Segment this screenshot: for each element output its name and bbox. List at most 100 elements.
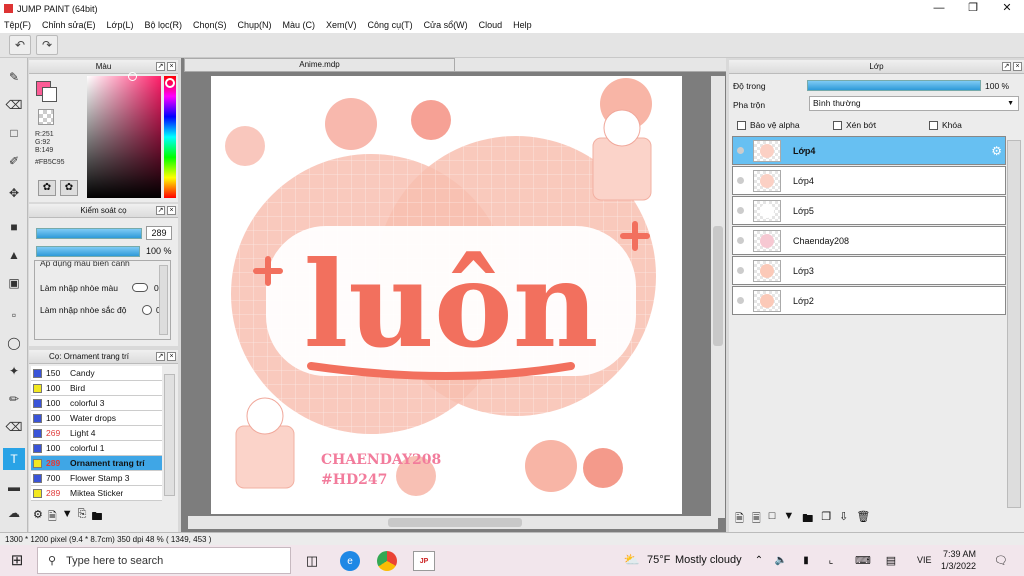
select-rect-tool-icon[interactable]: □ [3, 122, 25, 144]
pen-tool-icon[interactable]: ✎ [3, 66, 25, 88]
blend-mode-select[interactable]: Bình thường ▼ [809, 96, 1019, 111]
brush-options-scrollbar[interactable] [159, 265, 168, 335]
float-icon[interactable]: ↗ [1002, 62, 1011, 71]
layer-row[interactable]: Lớp3 [732, 256, 1006, 285]
palette-icon[interactable]: ✿ [38, 180, 56, 196]
brush-list-item[interactable]: 100 Bird [31, 381, 162, 396]
float-icon[interactable]: ↗ [156, 206, 165, 215]
clipping-checkbox[interactable] [833, 120, 842, 130]
layer-opacity-slider[interactable] [807, 80, 981, 91]
brush-list-item[interactable]: 100 colorful 1 [31, 441, 162, 456]
taskbar-search[interactable]: ⚲ Type here to search [37, 547, 291, 574]
new-layer-menu-icon[interactable]: ▼ [783, 510, 794, 529]
move-tool-icon[interactable]: ✥ [3, 182, 25, 204]
brush-list-item[interactable]: 150 Candy [31, 366, 162, 381]
weather-description[interactable]: Mostly cloudy [675, 554, 742, 566]
magic-wand-tool-icon[interactable]: ✦ [3, 360, 25, 382]
notification-icon[interactable]: 🗨 [993, 553, 1009, 567]
layer-settings-icon[interactable]: ⚙ [991, 144, 1002, 158]
brush-list-item[interactable]: 289 Miktea Sticker [31, 486, 162, 501]
close-icon[interactable]: × [167, 206, 176, 215]
protect-alpha-option[interactable]: Bảo vệ alpha [737, 120, 800, 130]
brush-folder-icon[interactable]: 🖿 [91, 508, 102, 527]
shape-tool-icon[interactable]: ■ [3, 216, 25, 238]
layer-visibility-icon[interactable] [737, 177, 744, 184]
brush-list-item[interactable]: 269 Light 4 [31, 426, 162, 441]
marquee-tool-icon[interactable]: ▫ [3, 304, 25, 326]
network-icon[interactable]: ⌞ [824, 553, 838, 567]
layer-visibility-icon[interactable] [737, 297, 744, 304]
close-icon[interactable]: × [1013, 62, 1022, 71]
lock-checkbox[interactable] [929, 120, 938, 130]
menu-edit[interactable]: Chỉnh sửa(E) [42, 20, 96, 30]
menu-file[interactable]: Tệp(F) [4, 20, 31, 30]
close-icon[interactable]: × [167, 352, 176, 361]
fill-tool-icon[interactable]: ▲ [3, 244, 25, 266]
clock[interactable]: 7:39 AM 1/3/2022 [941, 548, 976, 572]
blur-color-toggle[interactable] [132, 283, 148, 292]
maximize-button[interactable]: ❐ [956, 0, 990, 17]
menu-window[interactable]: Cửa sổ(W) [424, 20, 468, 30]
menu-layer[interactable]: Lớp(L) [107, 20, 134, 30]
menu-select[interactable]: Chọn(S) [193, 20, 227, 30]
brush-settings-icon[interactable]: ⚙ [33, 508, 43, 527]
text-tool-icon[interactable]: T [3, 448, 25, 470]
clipping-option[interactable]: Xén bớt [833, 120, 876, 130]
brush-list-item[interactable]: 700 Flower Stamp 3 [31, 471, 162, 486]
float-icon[interactable]: ↗ [156, 62, 165, 71]
layer-row[interactable]: Chaenday208 [732, 226, 1006, 255]
weather-temperature[interactable]: 75°F [647, 554, 670, 566]
line-tool-icon[interactable]: ▬ [3, 476, 25, 498]
blur-intensity-toggle[interactable] [142, 305, 152, 315]
eraser-tool-icon[interactable]: ⌫ [3, 94, 25, 116]
brush-size-slider[interactable] [36, 228, 142, 239]
layer-visibility-icon[interactable] [737, 267, 744, 274]
brush-copy-icon[interactable]: ⎘ [78, 508, 87, 527]
document-tab[interactable]: Anime.mdp [184, 58, 455, 72]
delete-layer-icon[interactable]: 🗑 [856, 510, 870, 529]
menu-capture[interactable]: Chụp(N) [238, 20, 272, 30]
float-icon[interactable]: ↗ [156, 352, 165, 361]
menu-tools[interactable]: Công cụ(T) [368, 20, 413, 30]
drawing-canvas[interactable]: luôn CHAENDAY208 #HD247 [211, 76, 682, 514]
new-folder-icon[interactable]: 🖿 [802, 510, 813, 529]
layer-visibility-icon[interactable] [737, 147, 744, 154]
layer-row[interactable]: Lớp4 ⚙ [732, 136, 1006, 165]
layer-row[interactable]: Lớp4 [732, 166, 1006, 195]
cloud-tool-icon[interactable]: ☁ [3, 502, 25, 524]
keyboard-icon[interactable]: ⌨ [855, 553, 871, 567]
minimize-button[interactable]: — [922, 0, 956, 17]
layer-row[interactable]: Lớp5 [732, 196, 1006, 225]
speaker-icon[interactable]: 🔈 [774, 553, 788, 567]
brush-list-item[interactable]: 100 Water drops [31, 411, 162, 426]
select-eraser-tool-icon[interactable]: ⌫ [3, 416, 25, 438]
color-picker-handle[interactable] [128, 72, 137, 81]
protect-alpha-checkbox[interactable] [737, 120, 746, 130]
input-language[interactable]: VIE [917, 555, 932, 565]
brush-size-field[interactable]: 289 [146, 226, 172, 240]
battery-icon[interactable]: ▮ [798, 553, 814, 567]
brush-list-scrollbar[interactable] [164, 374, 175, 496]
saturation-value-picker[interactable] [87, 76, 161, 198]
canvas-horizontal-scrollbar[interactable] [188, 516, 718, 529]
vertical-scroll-thumb[interactable] [713, 226, 723, 346]
lock-option[interactable]: Khóa [929, 120, 962, 130]
close-button[interactable]: ✕ [990, 0, 1024, 17]
close-icon[interactable]: × [167, 62, 176, 71]
onscreen-keyboard-icon[interactable]: ▤ [883, 553, 899, 567]
chrome-browser-icon[interactable] [377, 551, 397, 571]
menu-view[interactable]: Xem(V) [326, 20, 357, 30]
duplicate-layer-icon[interactable]: ❐ [821, 510, 831, 529]
layer-row[interactable]: Lớp2 [732, 286, 1006, 315]
menu-help[interactable]: Help [513, 20, 532, 30]
brush-list-item[interactable]: 289 Ornament trang trí [31, 456, 162, 471]
brush-tool-icon[interactable]: ✐ [3, 150, 25, 172]
edge-browser-icon[interactable]: e [340, 551, 360, 571]
hue-slider-handle[interactable] [165, 78, 175, 88]
canvas-vertical-scrollbar[interactable] [711, 76, 725, 518]
select-pen-tool-icon[interactable]: ✏ [3, 388, 25, 410]
chevron-up-icon[interactable]: ⌃ [752, 553, 766, 567]
new-layer-icon[interactable]: 🗎 [735, 510, 744, 529]
hue-slider[interactable] [164, 76, 176, 198]
menu-color[interactable]: Màu (C) [283, 20, 316, 30]
